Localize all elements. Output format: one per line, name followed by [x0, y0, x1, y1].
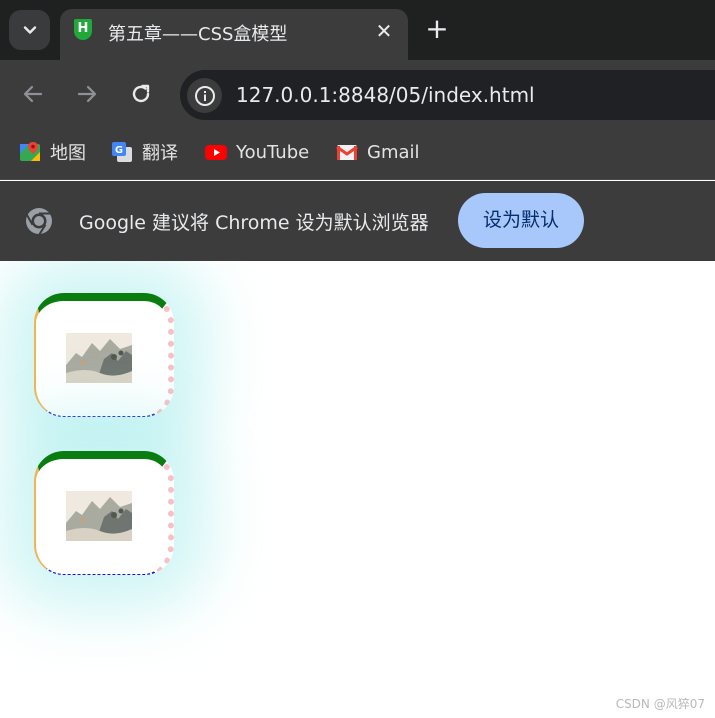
- chevron-down-icon: [23, 26, 36, 34]
- info-icon: [194, 85, 215, 106]
- youtube-icon: [205, 141, 227, 163]
- url-text[interactable]: 127.0.0.1:8848/05/index.html: [236, 83, 535, 107]
- google-maps-icon: [19, 141, 41, 163]
- infobar-message: Google 建议将 Chrome 设为默认浏览器: [79, 212, 429, 234]
- styled-box: [34, 451, 174, 575]
- hbuilder-icon: H: [74, 19, 92, 40]
- landscape-image: [66, 333, 132, 383]
- bookmark-label: Gmail: [367, 141, 420, 163]
- bookmark-translate[interactable]: G 翻译: [111, 138, 178, 166]
- bookmarks-bar: 地图 G 翻译 YouTube Gmail: [0, 128, 715, 180]
- bookmark-maps[interactable]: 地图: [19, 138, 86, 166]
- address-bar[interactable]: 127.0.0.1:8848/05/index.html: [180, 70, 715, 120]
- set-default-button[interactable]: 设为默认: [458, 193, 584, 248]
- default-browser-infobar: Google 建议将 Chrome 设为默认浏览器 设为默认: [0, 181, 715, 261]
- page-content: CSDN @风猝07: [0, 261, 715, 718]
- svg-text:G: G: [115, 145, 123, 156]
- tab-close-button[interactable]: ✕: [372, 20, 396, 44]
- bookmark-label: YouTube: [236, 141, 310, 163]
- bookmark-gmail[interactable]: Gmail: [336, 138, 420, 166]
- google-translate-icon: G: [111, 141, 133, 163]
- bookmark-label: 翻译: [142, 143, 178, 164]
- landscape-image: [66, 491, 132, 541]
- gmail-icon: [336, 141, 358, 163]
- reload-icon: [132, 84, 150, 103]
- reload-button[interactable]: [125, 78, 157, 110]
- site-info-button[interactable]: [187, 78, 222, 113]
- arrow-left-icon: [23, 85, 43, 103]
- toolbar: 127.0.0.1:8848/05/index.html: [0, 60, 715, 128]
- tab-search-button[interactable]: [9, 10, 50, 50]
- bookmark-youtube[interactable]: YouTube: [205, 138, 309, 166]
- chrome-icon: [25, 208, 52, 235]
- tab-strip: H 第五章——CSS盒模型 ✕ +: [0, 0, 715, 60]
- tab-title: 第五章——CSS盒模型: [108, 24, 288, 45]
- bookmark-label: 地图: [50, 143, 86, 164]
- arrow-right-icon: [77, 85, 97, 103]
- styled-box: [34, 293, 174, 417]
- active-tab[interactable]: H 第五章——CSS盒模型 ✕: [60, 9, 408, 60]
- forward-button[interactable]: [71, 78, 103, 110]
- back-button[interactable]: [17, 78, 49, 110]
- csdn-watermark: CSDN @风猝07: [615, 697, 705, 711]
- new-tab-button[interactable]: +: [421, 14, 453, 46]
